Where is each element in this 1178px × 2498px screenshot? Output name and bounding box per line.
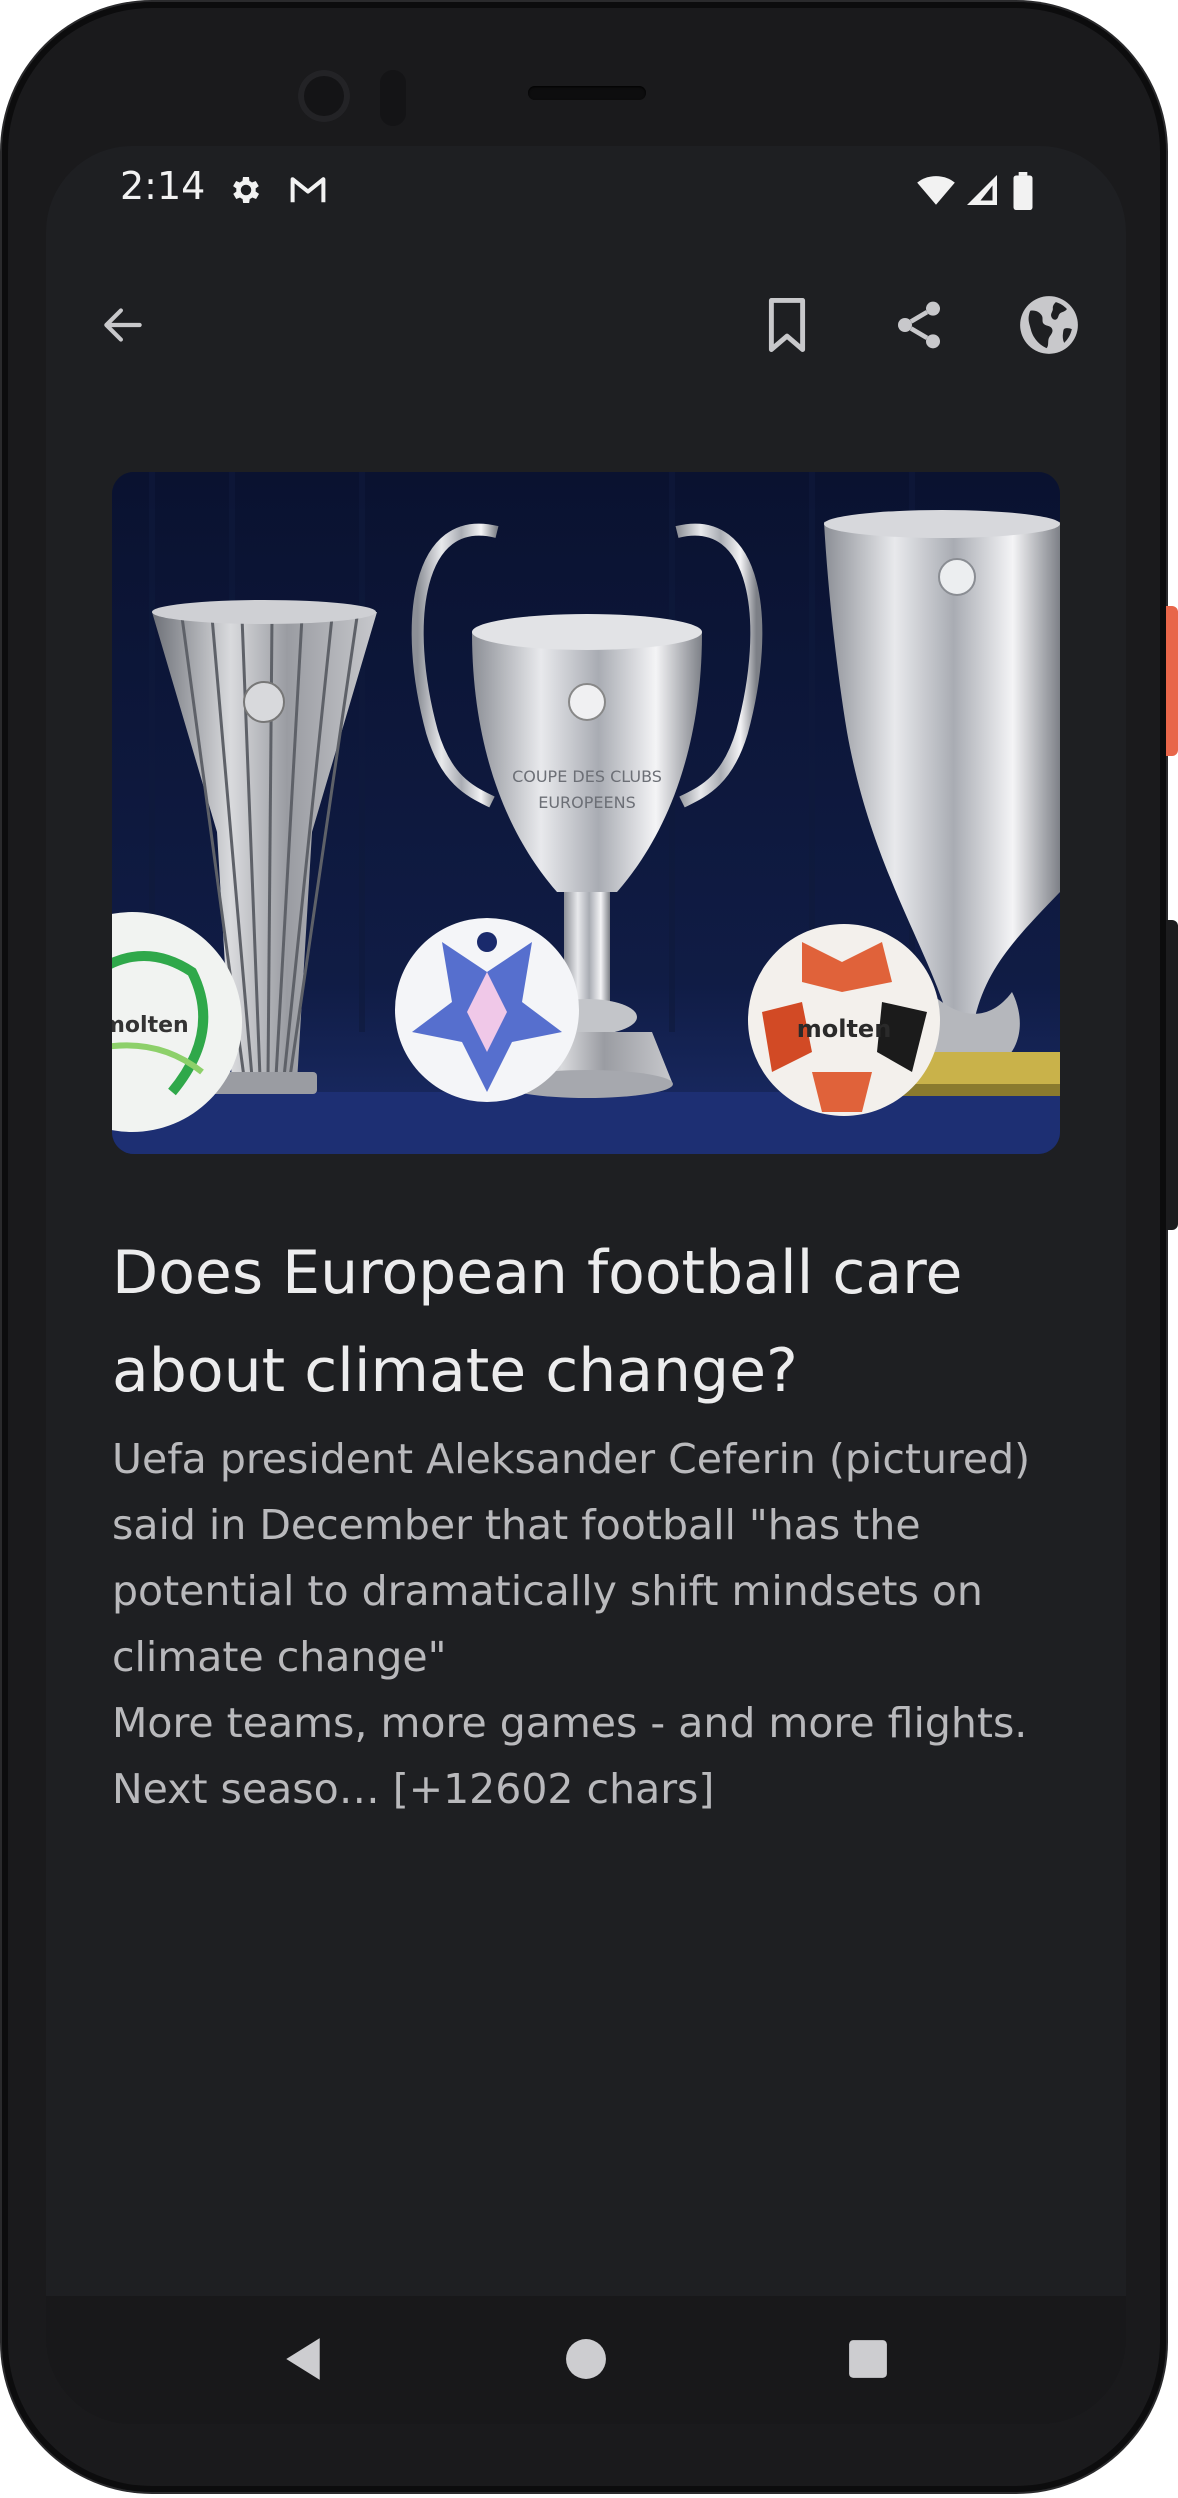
app-bar — [46, 282, 1126, 372]
open-in-browser-button[interactable] — [1004, 282, 1094, 372]
power-button — [1166, 606, 1178, 756]
article-image: molten COUPE DES CLUBS EUROPEENS molten — [112, 472, 1060, 1154]
svg-text:EUROPEENS: EUROPEENS — [538, 793, 636, 812]
signal-icon — [964, 172, 1000, 208]
bookmark-button[interactable] — [742, 282, 832, 372]
status-bar: 2:14 — [46, 146, 1126, 236]
nav-recents-button[interactable] — [823, 2316, 913, 2406]
svg-text:molten: molten — [797, 1015, 892, 1043]
globe-icon — [1016, 292, 1082, 362]
nav-home-button[interactable] — [541, 2316, 631, 2406]
share-icon — [891, 297, 947, 357]
svg-text:molten: molten — [112, 1013, 189, 1038]
proximity-sensor — [380, 70, 406, 126]
article-body: Uefa president Aleksander Ceferin (pictu… — [112, 1435, 1031, 1813]
bookmark-icon — [760, 296, 814, 358]
back-button[interactable] — [78, 282, 168, 372]
nav-recents-icon — [847, 2338, 889, 2384]
svg-text:COUPE DES CLUBS: COUPE DES CLUBS — [512, 767, 662, 786]
settings-icon — [228, 172, 264, 208]
wifi-icon — [916, 172, 956, 208]
share-button[interactable] — [874, 282, 964, 372]
screen: 2:14 molten COUPE DES CLUBS EUROPEENS mo… — [46, 146, 1126, 2424]
nav-back-icon — [282, 2336, 324, 2386]
earpiece-speaker — [528, 86, 646, 100]
system-navigation-bar — [46, 2296, 1126, 2424]
back-arrow-icon — [98, 300, 148, 354]
front-camera — [298, 70, 350, 122]
nav-home-icon — [565, 2338, 607, 2384]
article-title: Does European football care about climat… — [112, 1238, 963, 1406]
volume-button — [1166, 920, 1178, 1230]
battery-icon — [1012, 172, 1036, 210]
gmail-icon — [288, 172, 326, 208]
nav-back-button[interactable] — [258, 2316, 348, 2406]
status-time: 2:14 — [120, 164, 206, 208]
